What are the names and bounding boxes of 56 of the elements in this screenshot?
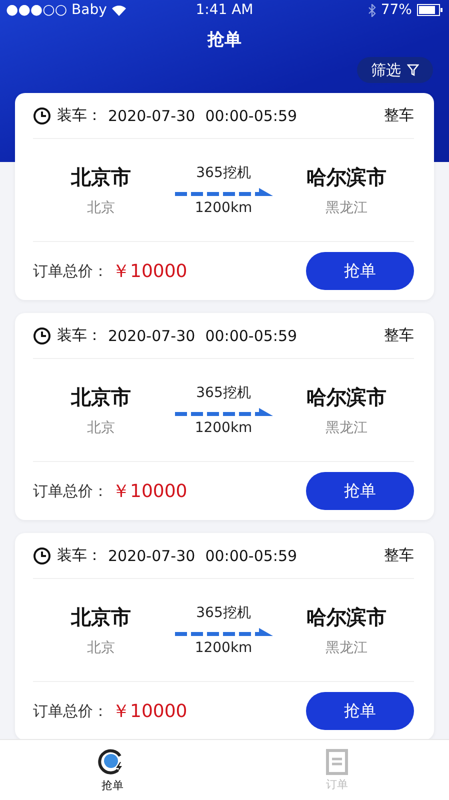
- destination-city: 哈尔滨市: [306, 604, 386, 630]
- cargo-name: 365挖机: [196, 604, 251, 622]
- dashed-arrow-icon: [174, 626, 272, 636]
- origin-province: 北京: [86, 638, 115, 656]
- destination-province: 黑龙江: [325, 418, 368, 436]
- filter-icon: [407, 64, 419, 76]
- grab-order-button[interactable]: 抢单: [306, 692, 414, 730]
- cargo-name: 365挖机: [196, 164, 251, 182]
- cargo-name: 365挖机: [196, 384, 251, 402]
- grab-order-button[interactable]: 抢单: [306, 252, 414, 290]
- load-label: 装车：: [57, 546, 102, 565]
- origin-province: 北京: [86, 418, 115, 436]
- origin-city: 北京市: [70, 384, 131, 410]
- vehicle-type: 整车: [384, 546, 414, 565]
- load-time: 00:00-05:59: [205, 106, 298, 124]
- distance: 1200km: [194, 200, 252, 216]
- clock-icon: [33, 106, 51, 124]
- order-price: ￥10000: [112, 700, 188, 723]
- page-title: 抢单: [208, 29, 242, 52]
- origin-city: 北京市: [70, 164, 131, 190]
- load-time: 00:00-05:59: [205, 326, 298, 344]
- load-date: 2020-07-30: [108, 546, 196, 564]
- distance: 1200km: [194, 420, 252, 436]
- battery-percent: 77%: [380, 2, 412, 18]
- clock-icon: [33, 326, 51, 344]
- destination-province: 黑龙江: [325, 638, 368, 656]
- battery-icon: [416, 4, 443, 16]
- load-date: 2020-07-30: [108, 326, 196, 344]
- clock-icon: [33, 546, 51, 564]
- carrier: ●●●○○ Baby: [6, 2, 107, 18]
- destination-city: 哈尔滨市: [306, 384, 386, 410]
- grab-order-button[interactable]: 抢单: [306, 472, 414, 510]
- origin-province: 北京: [86, 198, 115, 216]
- distance: 1200km: [194, 640, 252, 656]
- order-price: ￥10000: [112, 260, 188, 283]
- destination-province: 黑龙江: [325, 198, 368, 216]
- bluetooth-icon: [368, 4, 376, 17]
- price-label: 订单总价：: [33, 262, 108, 280]
- filter-button[interactable]: 筛选: [357, 57, 433, 83]
- clock-time: 1:41 AM: [196, 2, 254, 18]
- order-price: ￥10000: [112, 480, 188, 503]
- dashed-arrow-icon: [174, 186, 272, 196]
- load-label: 装车：: [57, 326, 102, 345]
- document-icon: [326, 748, 348, 774]
- wifi-icon: [112, 4, 126, 16]
- load-date: 2020-07-30: [108, 106, 196, 124]
- origin-city: 北京市: [70, 604, 131, 630]
- load-label: 装车：: [57, 106, 102, 125]
- tab-item[interactable]: 抢单: [0, 740, 224, 800]
- vehicle-type: 整车: [384, 106, 414, 125]
- destination-city: 哈尔滨市: [306, 164, 386, 190]
- load-time: 00:00-05:59: [205, 546, 298, 564]
- dashed-arrow-icon: [174, 406, 272, 416]
- price-label: 订单总价：: [33, 702, 108, 720]
- price-label: 订单总价：: [33, 482, 108, 500]
- vehicle-type: 整车: [384, 326, 414, 345]
